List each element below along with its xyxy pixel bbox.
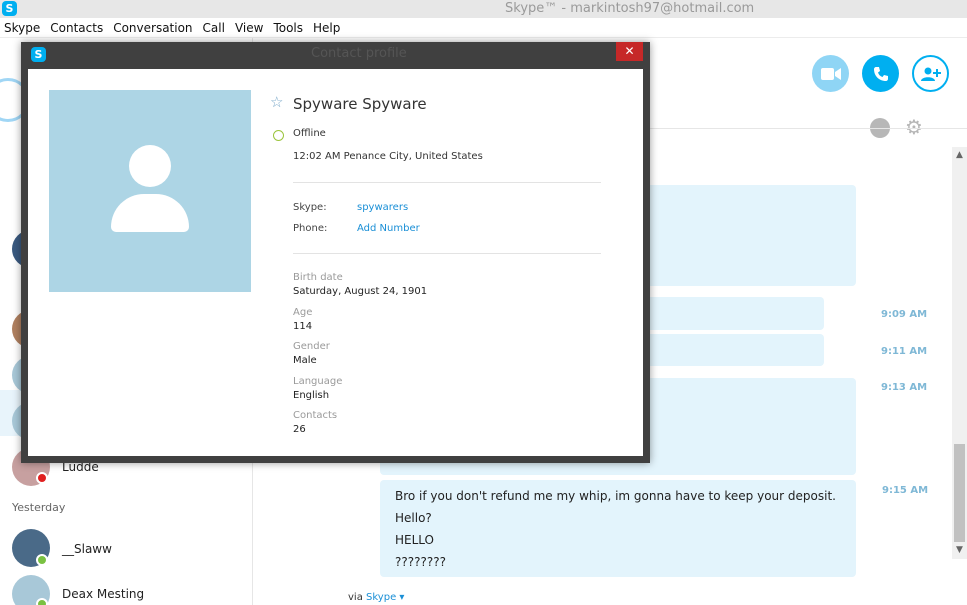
default-avatar-icon — [129, 145, 171, 187]
add-contact-icon — [920, 67, 941, 81]
menu-tools[interactable]: Tools — [269, 21, 307, 35]
message-text: Hello? — [395, 511, 432, 525]
divider — [293, 182, 601, 183]
contacts-caption: Contacts — [293, 410, 338, 421]
divider — [293, 253, 601, 254]
section-header: Yesterday — [12, 501, 66, 514]
profile-location: 12:02 AM Penance City, United States — [293, 151, 483, 162]
contact-name[interactable]: __Slaww — [62, 542, 112, 556]
scroll-up-arrow-icon[interactable]: ▲ — [952, 148, 967, 162]
online-status-icon — [36, 554, 48, 566]
via-label: via Skype ▾ — [348, 592, 404, 603]
via-prefix: via — [348, 592, 363, 603]
message-text: ???????? — [395, 555, 446, 569]
contact-profile-dialog: S Contact profile ✕ ☆ Spyware Spyware Of… — [21, 42, 650, 463]
message-bubble — [640, 185, 856, 286]
call-button[interactable] — [862, 55, 899, 92]
default-avatar-body — [111, 194, 189, 232]
gender-caption: Gender — [293, 341, 330, 352]
window-title: Skype™ - markintosh97@hotmail.com — [505, 1, 755, 16]
skype-label: Skype: — [293, 202, 327, 213]
add-number-link[interactable]: Add Number — [357, 223, 420, 234]
video-call-icon — [820, 67, 841, 80]
gender-value: Male — [293, 355, 317, 366]
language-caption: Language — [293, 376, 343, 387]
profile-name: Spyware Spyware — [293, 95, 427, 113]
message-time: 9:15 AM — [882, 485, 929, 496]
phone-label: Phone: — [293, 223, 328, 234]
close-button[interactable]: ✕ — [616, 42, 643, 61]
menu-contacts[interactable]: Contacts — [46, 21, 107, 35]
skype-logo-icon: S — [31, 47, 46, 62]
scroll-down-arrow-icon[interactable]: ▼ — [952, 543, 967, 557]
offline-status-icon — [273, 130, 284, 141]
add-contact-button[interactable] — [912, 55, 949, 92]
message-text: Bro if you don't refund me my whip, im g… — [395, 489, 836, 503]
gear-icon[interactable]: ⚙ — [905, 117, 923, 137]
skype-logo-icon: S — [2, 1, 17, 16]
busy-status-icon — [36, 472, 48, 484]
online-status-icon — [36, 598, 48, 605]
skype-name-link[interactable]: spywarers — [357, 202, 408, 213]
star-icon[interactable]: ☆ — [270, 95, 283, 110]
dialog-body: ☆ Spyware Spyware Offline 12:02 AM Penan… — [28, 69, 643, 456]
contacts-value: 26 — [293, 424, 306, 435]
message-time: 9:09 AM — [881, 309, 928, 320]
via-skype-link[interactable]: Skype ▾ — [366, 592, 404, 603]
age-caption: Age — [293, 307, 313, 318]
birth-date-caption: Birth date — [293, 272, 343, 283]
window-titlebar: S Skype™ - markintosh97@hotmail.com — [0, 0, 967, 18]
menu-help[interactable]: Help — [309, 21, 344, 35]
age-value: 114 — [293, 321, 313, 332]
profile-status: Offline — [293, 128, 326, 139]
menu-call[interactable]: Call — [199, 21, 229, 35]
video-call-button[interactable] — [812, 55, 849, 92]
language-value: English — [293, 390, 330, 401]
message-time: 9:13 AM — [881, 382, 928, 393]
profile-picture — [49, 90, 251, 292]
contact-name[interactable]: Deax Mesting — [62, 587, 144, 601]
menu-bar: Skype Contacts Conversation Call View To… — [0, 18, 967, 38]
scroll-thumb[interactable] — [954, 444, 965, 542]
message-bubble — [640, 334, 824, 366]
message-text: HELLO — [395, 533, 434, 547]
birth-date-value: Saturday, August 24, 1901 — [293, 286, 428, 297]
phone-icon — [873, 66, 888, 81]
menu-conversation[interactable]: Conversation — [109, 21, 196, 35]
message-time: 9:11 AM — [881, 346, 928, 357]
message-bubble — [640, 297, 824, 330]
dialog-title: Contact profile — [311, 46, 407, 61]
menu-skype[interactable]: Skype — [0, 21, 44, 35]
menu-view[interactable]: View — [231, 21, 267, 35]
